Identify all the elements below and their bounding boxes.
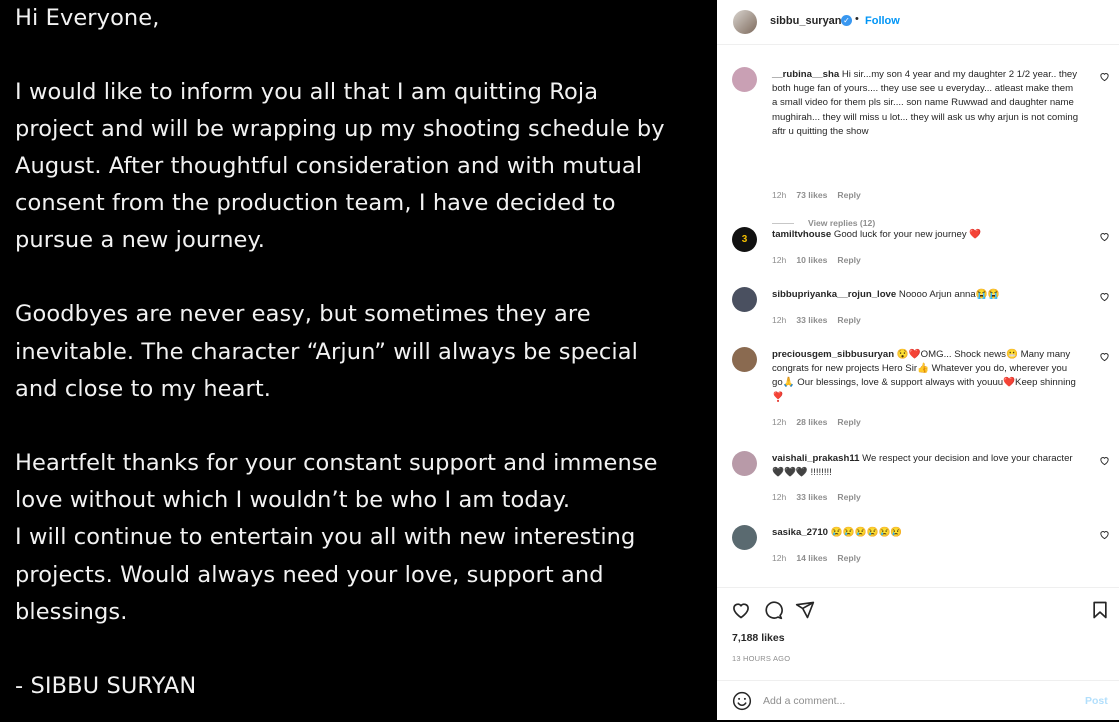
bookmark-icon[interactable]: [1090, 600, 1110, 620]
separator-dot: •: [855, 13, 859, 25]
comment-body: preciousgem_sibbusuryan 😯❤️OMG... Shock …: [772, 348, 1079, 405]
share-icon[interactable]: [795, 600, 815, 620]
like-comment-heart-icon[interactable]: [1099, 351, 1110, 362]
post-text-line: projects. Would always need your love, s…: [15, 562, 604, 588]
avatar[interactable]: [732, 347, 757, 372]
comment-text: Noooo Arjun anna😭😭: [898, 289, 1000, 300]
post-text-line: blessings.: [15, 599, 128, 625]
post-text-line: August. After thoughtful consideration a…: [15, 153, 643, 179]
post-text-line: love without which I wouldn’t be who I a…: [15, 487, 571, 513]
avatar[interactable]: 3: [732, 227, 757, 252]
comment-likes[interactable]: 28 likes: [796, 417, 827, 427]
post-text-line: project and will be wrapping up my shoot…: [15, 116, 665, 142]
comment-text: 😢😢😢😢😢😢: [830, 527, 903, 538]
reply-button[interactable]: Reply: [837, 492, 860, 502]
comment-body: sibbupriyanka__rojun_love Noooo Arjun an…: [772, 288, 1079, 302]
post-text-line: pursue a new journey.: [15, 227, 265, 253]
post-text-line: consent from the production team, I have…: [15, 190, 616, 216]
post-side-panel: sibbu_suryan ✓ • Follow __rubina__sha Hi…: [717, 0, 1119, 720]
post-text-line: inevitable. The character “Arjun” will a…: [15, 339, 638, 365]
comment-likes[interactable]: 33 likes: [796, 492, 827, 502]
comment-username[interactable]: tamiltvhouse: [772, 229, 831, 240]
reply-button[interactable]: Reply: [837, 190, 860, 200]
comment-time[interactable]: 12h: [772, 417, 786, 427]
like-comment-heart-icon[interactable]: [1099, 231, 1110, 242]
comments-list[interactable]: __rubina__sha Hi sir...my son 4 year and…: [717, 45, 1119, 585]
post-text-line: Goodbyes are never easy, but sometimes t…: [15, 301, 591, 327]
comment-likes[interactable]: 73 likes: [796, 190, 827, 200]
avatar[interactable]: [733, 10, 757, 34]
like-comment-heart-icon[interactable]: [1099, 291, 1110, 302]
post-header: sibbu_suryan ✓ • Follow: [717, 0, 1119, 45]
follow-button[interactable]: Follow: [865, 15, 900, 27]
heart-icon[interactable]: [731, 600, 751, 620]
comment-likes[interactable]: 33 likes: [796, 315, 827, 325]
post-text-line: I will continue to entertain you all wit…: [15, 524, 636, 550]
post-comment-button[interactable]: Post: [1085, 695, 1108, 707]
comment-time[interactable]: 12h: [772, 255, 786, 265]
comment-likes[interactable]: 14 likes: [796, 553, 827, 563]
comment-username[interactable]: sibbupriyanka__rojun_love: [772, 289, 896, 300]
avatar[interactable]: [732, 451, 757, 476]
like-comment-heart-icon[interactable]: [1099, 529, 1110, 540]
post-image: Hi Everyone, I would like to inform you …: [0, 0, 717, 720]
post-text-line: Heartfelt thanks for your constant suppo…: [15, 450, 658, 476]
comment-meta: 12h 14 likes Reply: [772, 553, 871, 563]
like-comment-heart-icon[interactable]: [1099, 455, 1110, 466]
post-text-line: I would like to inform you all that I am…: [15, 79, 599, 105]
likes-count[interactable]: 7,188 likes: [732, 632, 785, 644]
reply-button[interactable]: Reply: [837, 315, 860, 325]
post-timestamp[interactable]: 13 HOURS AGO: [732, 654, 790, 663]
comment-body: vaishali_prakash11 We respect your decis…: [772, 452, 1079, 480]
post-text-line: - SIBBU SURYAN: [15, 673, 197, 699]
comment-time[interactable]: 12h: [772, 553, 786, 563]
comment-username[interactable]: preciousgem_sibbusuryan: [772, 349, 894, 360]
avatar[interactable]: [732, 287, 757, 312]
comment-meta: 12h 10 likes Reply: [772, 255, 871, 265]
comment-time[interactable]: 12h: [772, 315, 786, 325]
comment-meta: 12h 28 likes Reply: [772, 417, 871, 427]
comment-body: tamiltvhouse Good luck for your new jour…: [772, 228, 1079, 242]
avatar[interactable]: [732, 67, 757, 92]
reply-button[interactable]: Reply: [837, 553, 860, 563]
comment-body: __rubina__sha Hi sir...my son 4 year and…: [772, 68, 1079, 139]
comment-meta: 12h 73 likes Reply: [772, 190, 871, 200]
add-comment-input[interactable]: [763, 691, 1063, 711]
post-text-line: and close to my heart.: [15, 376, 272, 402]
comment-icon[interactable]: [763, 600, 783, 620]
comment-username[interactable]: __rubina__sha: [772, 69, 839, 80]
like-comment-heart-icon[interactable]: [1099, 71, 1110, 82]
reply-button[interactable]: Reply: [837, 417, 860, 427]
comment-username[interactable]: vaishali_prakash11: [772, 453, 859, 464]
comment-body: sasika_2710 😢😢😢😢😢😢: [772, 526, 1079, 540]
verified-badge-icon: ✓: [841, 15, 852, 26]
avatar[interactable]: [732, 525, 757, 550]
comment-time[interactable]: 12h: [772, 492, 786, 502]
comment-meta: 12h 33 likes Reply: [772, 315, 871, 325]
add-comment-bar: Post: [717, 680, 1119, 722]
comment-text: Good luck for your new journey ❤️: [833, 229, 982, 240]
view-replies-button[interactable]: View replies (12): [772, 218, 875, 228]
emoji-smile-icon[interactable]: [732, 691, 752, 711]
comment-time[interactable]: 12h: [772, 190, 786, 200]
comment-meta: 12h 33 likes Reply: [772, 492, 871, 502]
header-username[interactable]: sibbu_suryan: [770, 15, 842, 27]
post-actions: 7,188 likes 13 HOURS AGO Post: [717, 587, 1119, 721]
post-text-line: Hi Everyone,: [15, 5, 160, 31]
reply-button[interactable]: Reply: [837, 255, 860, 265]
comment-username[interactable]: sasika_2710: [772, 527, 828, 538]
comment-likes[interactable]: 10 likes: [796, 255, 827, 265]
